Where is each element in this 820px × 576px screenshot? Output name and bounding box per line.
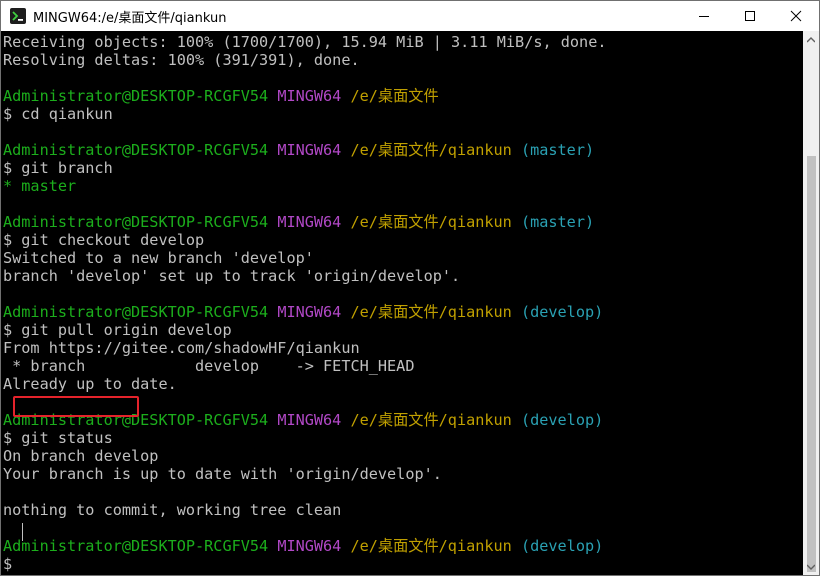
terminal-text-segment: branch 'develop' set up to track 'origin… bbox=[3, 267, 461, 285]
terminal-text-segment: /e/桌面文件/qiankun bbox=[341, 141, 512, 159]
terminal-text-segment: * master bbox=[3, 177, 77, 195]
terminal-text-segment: Administrator@DESKTOP-RCGFV54 bbox=[3, 87, 269, 105]
terminal-line: branch 'develop' set up to track 'origin… bbox=[3, 267, 460, 285]
terminal-text-segment: Your branch is up to date with 'origin/d… bbox=[3, 465, 442, 483]
terminal-line: $ bbox=[3, 555, 21, 573]
terminal-text-segment: MINGW64 bbox=[268, 213, 342, 231]
terminal-text-segment: $ git checkout develop bbox=[3, 231, 205, 249]
maximize-icon bbox=[745, 11, 755, 21]
scrollbar-thumb[interactable] bbox=[807, 156, 816, 572]
terminal-line: Resolving deltas: 100% (391/391), done. bbox=[3, 51, 360, 69]
terminal-line: $ git branch bbox=[3, 159, 113, 177]
terminal-text-segment: MINGW64 bbox=[268, 303, 342, 321]
maximize-button[interactable] bbox=[727, 1, 773, 31]
terminal-line: Administrator@DESKTOP-RCGFV54 MINGW64 /e… bbox=[3, 303, 603, 321]
close-icon bbox=[790, 10, 802, 22]
terminal-text-segment: * branch develop -> FETCH_HEAD bbox=[3, 357, 415, 375]
terminal-text-segment: Administrator@DESKTOP-RCGFV54 bbox=[3, 537, 269, 555]
minimize-button[interactable] bbox=[681, 1, 727, 31]
terminal-text-segment: /e/桌面文件/qiankun bbox=[341, 213, 512, 231]
terminal-line: * master bbox=[3, 177, 76, 195]
terminal-text-segment: MINGW64 bbox=[268, 87, 342, 105]
terminal-text-segment: $ git pull origin develop bbox=[3, 321, 232, 339]
terminal-line: Switched to a new branch 'develop' bbox=[3, 249, 314, 267]
terminal-text-segment: Administrator@DESKTOP-RCGFV54 bbox=[3, 213, 269, 231]
window-title: MINGW64:/e/桌面文件/qiankun bbox=[33, 10, 227, 26]
terminal-text-segment: /e/桌面文件/qiankun bbox=[341, 537, 512, 555]
terminal-line: Administrator@DESKTOP-RCGFV54 MINGW64 /e… bbox=[3, 141, 594, 159]
title-bar[interactable]: MINGW64:/e/桌面文件/qiankun bbox=[1, 1, 819, 31]
terminal-text-segment: Administrator@DESKTOP-RCGFV54 bbox=[3, 303, 269, 321]
terminal-text-segment: (develop) bbox=[511, 411, 604, 429]
terminal-text-segment: /e/桌面文件 bbox=[341, 87, 439, 105]
terminal-line: $ git pull origin develop bbox=[3, 321, 232, 339]
terminal-line: Your branch is up to date with 'origin/d… bbox=[3, 465, 442, 483]
terminal-text-segment: From https://gitee.com/shadowHF/qiankun bbox=[3, 339, 360, 357]
close-button[interactable] bbox=[773, 1, 819, 31]
terminal-line: nothing to commit, working tree clean bbox=[3, 501, 341, 519]
mingw-icon[interactable] bbox=[9, 7, 27, 25]
terminal-text-segment: Administrator@DESKTOP-RCGFV54 bbox=[3, 141, 269, 159]
vertical-scrollbar[interactable] bbox=[803, 31, 819, 575]
scroll-down-arrow-icon[interactable] bbox=[803, 558, 819, 575]
terminal-text-segment: $ cd qiankun bbox=[3, 105, 113, 123]
terminal-text-segment: $ bbox=[3, 555, 22, 573]
terminal-text-segment: Switched to a new branch 'develop' bbox=[3, 249, 314, 267]
terminal-text-segment: MINGW64 bbox=[268, 537, 342, 555]
terminal-line: Already up to date. bbox=[3, 375, 177, 393]
scroll-up-arrow-icon[interactable] bbox=[803, 31, 819, 48]
terminal-text-segment: /e/桌面文件/qiankun bbox=[341, 303, 512, 321]
terminal-line: Receiving objects: 100% (1700/1700), 15.… bbox=[3, 33, 606, 51]
terminal-text-segment: Receiving objects: 100% (1700/1700), 15.… bbox=[3, 33, 607, 51]
terminal-text-segment: (develop) bbox=[511, 303, 604, 321]
terminal-text-segment: On branch develop bbox=[3, 447, 159, 465]
terminal-text-segment: Already up to date. bbox=[3, 375, 177, 393]
text-cursor bbox=[22, 523, 23, 541]
terminal-text-segment: nothing to commit, working tree clean bbox=[3, 501, 342, 519]
terminal-text-segment: MINGW64 bbox=[268, 411, 342, 429]
terminal-text-segment: (master) bbox=[511, 213, 595, 231]
terminal-text-segment: /e/桌面文件/qiankun bbox=[341, 411, 512, 429]
terminal-text-segment: $ git status bbox=[3, 429, 113, 447]
terminal-line: $ git status bbox=[3, 429, 113, 447]
terminal-line: On branch develop bbox=[3, 447, 158, 465]
terminal-line: * branch develop -> FETCH_HEAD bbox=[3, 357, 414, 375]
terminal-line: Administrator@DESKTOP-RCGFV54 MINGW64 /e… bbox=[3, 213, 594, 231]
terminal-text-segment: $ git branch bbox=[3, 159, 113, 177]
terminal-text-segment: MINGW64 bbox=[268, 141, 342, 159]
terminal-output[interactable]: Receiving objects: 100% (1700/1700), 15.… bbox=[1, 31, 802, 575]
terminal-text-segment: (master) bbox=[511, 141, 595, 159]
terminal-line: $ git checkout develop bbox=[3, 231, 204, 249]
terminal-line: Administrator@DESKTOP-RCGFV54 MINGW64 /e… bbox=[3, 87, 439, 105]
highlight-box bbox=[13, 396, 139, 417]
terminal-line: Administrator@DESKTOP-RCGFV54 MINGW64 /e… bbox=[3, 537, 603, 555]
terminal-line: $ cd qiankun bbox=[3, 105, 113, 123]
terminal-window: MINGW64:/e/桌面文件/qiankun Receiving object… bbox=[0, 0, 820, 576]
terminal-text-segment: (develop) bbox=[511, 537, 604, 555]
terminal-line: From https://gitee.com/shadowHF/qiankun bbox=[3, 339, 360, 357]
terminal-text-segment: Resolving deltas: 100% (391/391), done. bbox=[3, 51, 360, 69]
minimize-icon bbox=[699, 16, 709, 17]
